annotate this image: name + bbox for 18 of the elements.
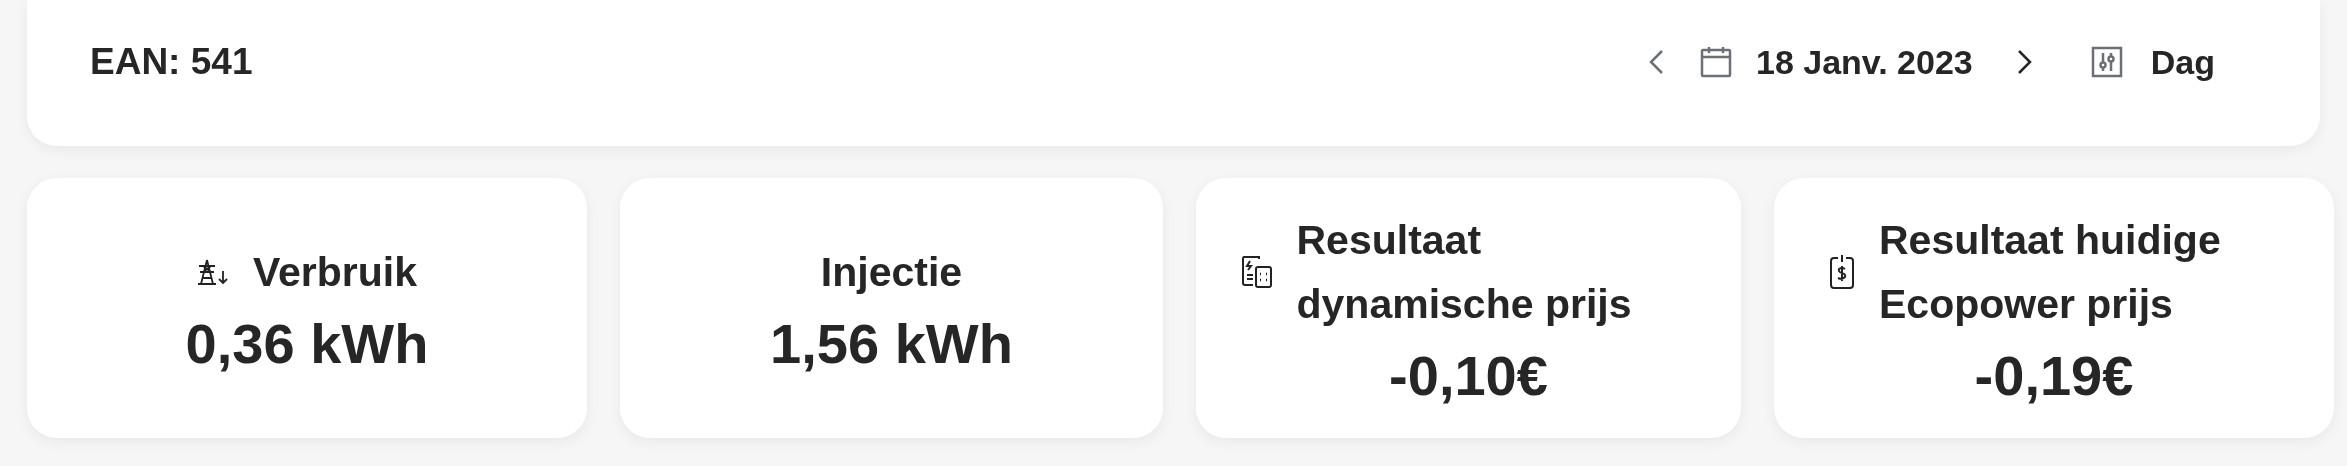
chevron-right-icon bbox=[2016, 49, 2033, 75]
power-pylon-icon bbox=[196, 259, 229, 285]
ean-label: EAN: 541 bbox=[90, 40, 253, 85]
date-button[interactable]: 18 Janv. 2023 bbox=[1756, 36, 1973, 88]
card-title: Resultaat dynamische prijs bbox=[1296, 216, 1633, 329]
period-button[interactable]: Dag bbox=[2150, 36, 2215, 88]
sliders-icon bbox=[2090, 46, 2123, 78]
dollar-tag-icon bbox=[1829, 254, 1855, 290]
card-value: 1,56 kWh bbox=[770, 316, 1013, 372]
card-title: Injectie bbox=[820, 248, 963, 297]
card-title: Resultaat huidige Ecopower prijs bbox=[1879, 216, 2222, 329]
card-value: -0,19€ bbox=[1974, 348, 2134, 404]
calculator-icon bbox=[1240, 255, 1273, 289]
calendar-icon bbox=[1700, 46, 1732, 78]
card-title: Verbruik bbox=[252, 248, 418, 297]
card-value: 0,36 kWh bbox=[185, 316, 429, 372]
card-value: -0,10€ bbox=[1389, 348, 1548, 404]
chevron-left-icon bbox=[1648, 49, 1664, 75]
